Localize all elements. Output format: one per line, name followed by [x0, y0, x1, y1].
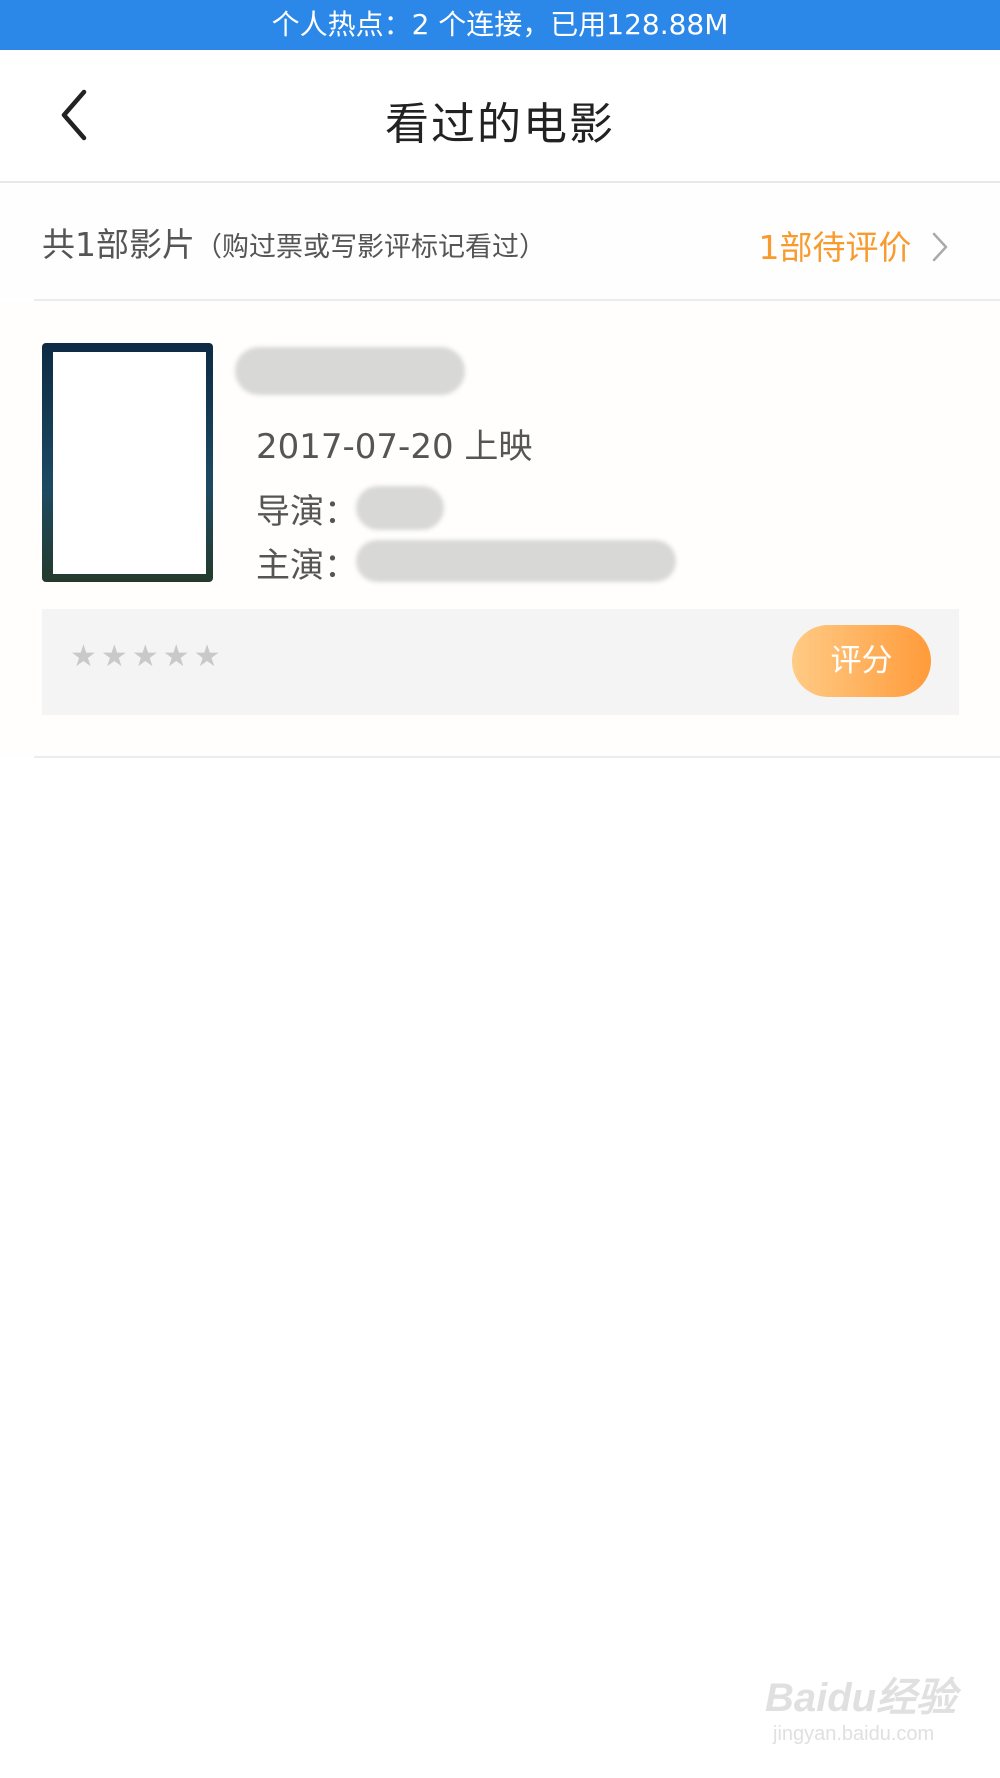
page-header: 看过的电影	[0, 50, 1000, 183]
baidu-watermark: Baidu经验 jingyan.baidu.com	[765, 1665, 965, 1755]
cast-row: 主演：	[256, 538, 676, 587]
rating-strip: ★★★★★ 评分	[42, 609, 959, 715]
summary-count: 共1部影片（购过票或写影评标记看过）	[42, 218, 546, 266]
star-icon[interactable]: ★	[194, 639, 225, 674]
pending-review-text: 1部待评价	[758, 228, 912, 267]
movie-poster[interactable]	[42, 343, 213, 582]
cast-label: 主演：	[256, 546, 358, 586]
director-row: 导演：	[256, 484, 444, 533]
redaction-mark	[235, 347, 465, 395]
star-icon[interactable]: ★	[163, 639, 194, 674]
page-title: 看过的电影	[385, 99, 615, 150]
watched-summary: 共1部影片（购过票或写影评标记看过） 1部待评价	[0, 183, 1000, 299]
star-rating[interactable]: ★★★★★	[70, 639, 225, 674]
release-date: 2017-07-20 上映	[256, 427, 533, 467]
star-icon[interactable]: ★	[101, 639, 132, 674]
movie-title-redacted[interactable]	[235, 343, 475, 399]
hotspot-status-text: 个人热点：2 个连接，已用128.88M	[271, 8, 729, 41]
movie-count-text: 共1部影片	[42, 225, 195, 264]
watermark-logo: Baidu经验	[765, 1676, 957, 1720]
star-icon[interactable]: ★	[132, 639, 163, 674]
poster-image	[53, 352, 206, 574]
hotspot-status-bar: 个人热点：2 个连接，已用128.88M	[0, 0, 1000, 50]
pending-review-link[interactable]: 1部待评价	[759, 221, 951, 269]
star-icon[interactable]: ★	[70, 639, 101, 674]
director-label: 导演：	[256, 492, 358, 532]
redaction-mark	[356, 486, 444, 530]
chevron-right-icon	[932, 232, 948, 261]
divider	[34, 756, 1000, 758]
watermark-url: jingyan.baidu.com	[773, 1723, 935, 1745]
redaction-mark	[356, 540, 676, 582]
rate-button[interactable]: 评分	[792, 625, 931, 697]
summary-hint-text: （购过票或写影评标记看过）	[195, 232, 546, 263]
movie-card[interactable]: 2017-07-20 上映 导演： 主演： ★★★★★ 评分	[0, 301, 1000, 756]
